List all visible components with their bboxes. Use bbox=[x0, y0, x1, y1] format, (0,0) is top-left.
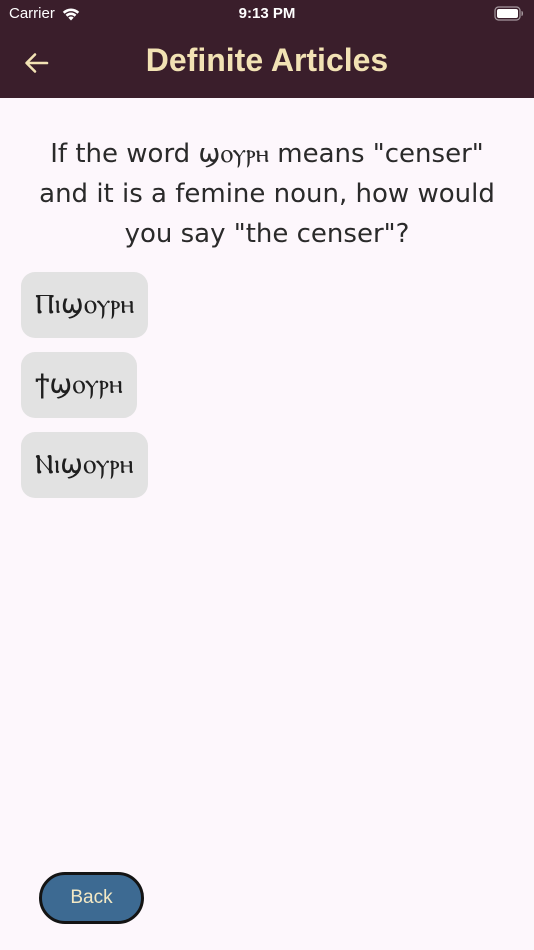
back-button[interactable]: Back bbox=[39, 872, 144, 924]
battery-icon bbox=[494, 6, 524, 21]
status-time: 9:13 PM bbox=[238, 5, 296, 22]
app-bar: Definite Articles bbox=[0, 28, 534, 98]
answer-option-2[interactable]: ϯϣⲟⲩⲣⲏ bbox=[21, 352, 137, 418]
answer-option-1[interactable]: Ⲡⲓϣⲟⲩⲣⲏ bbox=[21, 272, 149, 338]
answer-option-3[interactable]: Ⲛⲓϣⲟⲩⲣⲏ bbox=[21, 432, 148, 498]
answer-options: Ⲡⲓϣⲟⲩⲣⲏ ϯϣⲟⲩⲣⲏ Ⲛⲓϣⲟⲩⲣⲏ bbox=[21, 272, 149, 498]
app-screen: Carrier 9:13 PM Definite Articles If the… bbox=[0, 0, 534, 950]
status-bar: Carrier 9:13 PM bbox=[0, 0, 534, 28]
top-bar: Carrier 9:13 PM Definite Articles bbox=[0, 0, 534, 98]
page-title: Definite Articles bbox=[145, 42, 389, 78]
question-text: If the word ϣⲟⲩⲣⲏ means "censer" and it … bbox=[39, 139, 495, 249]
